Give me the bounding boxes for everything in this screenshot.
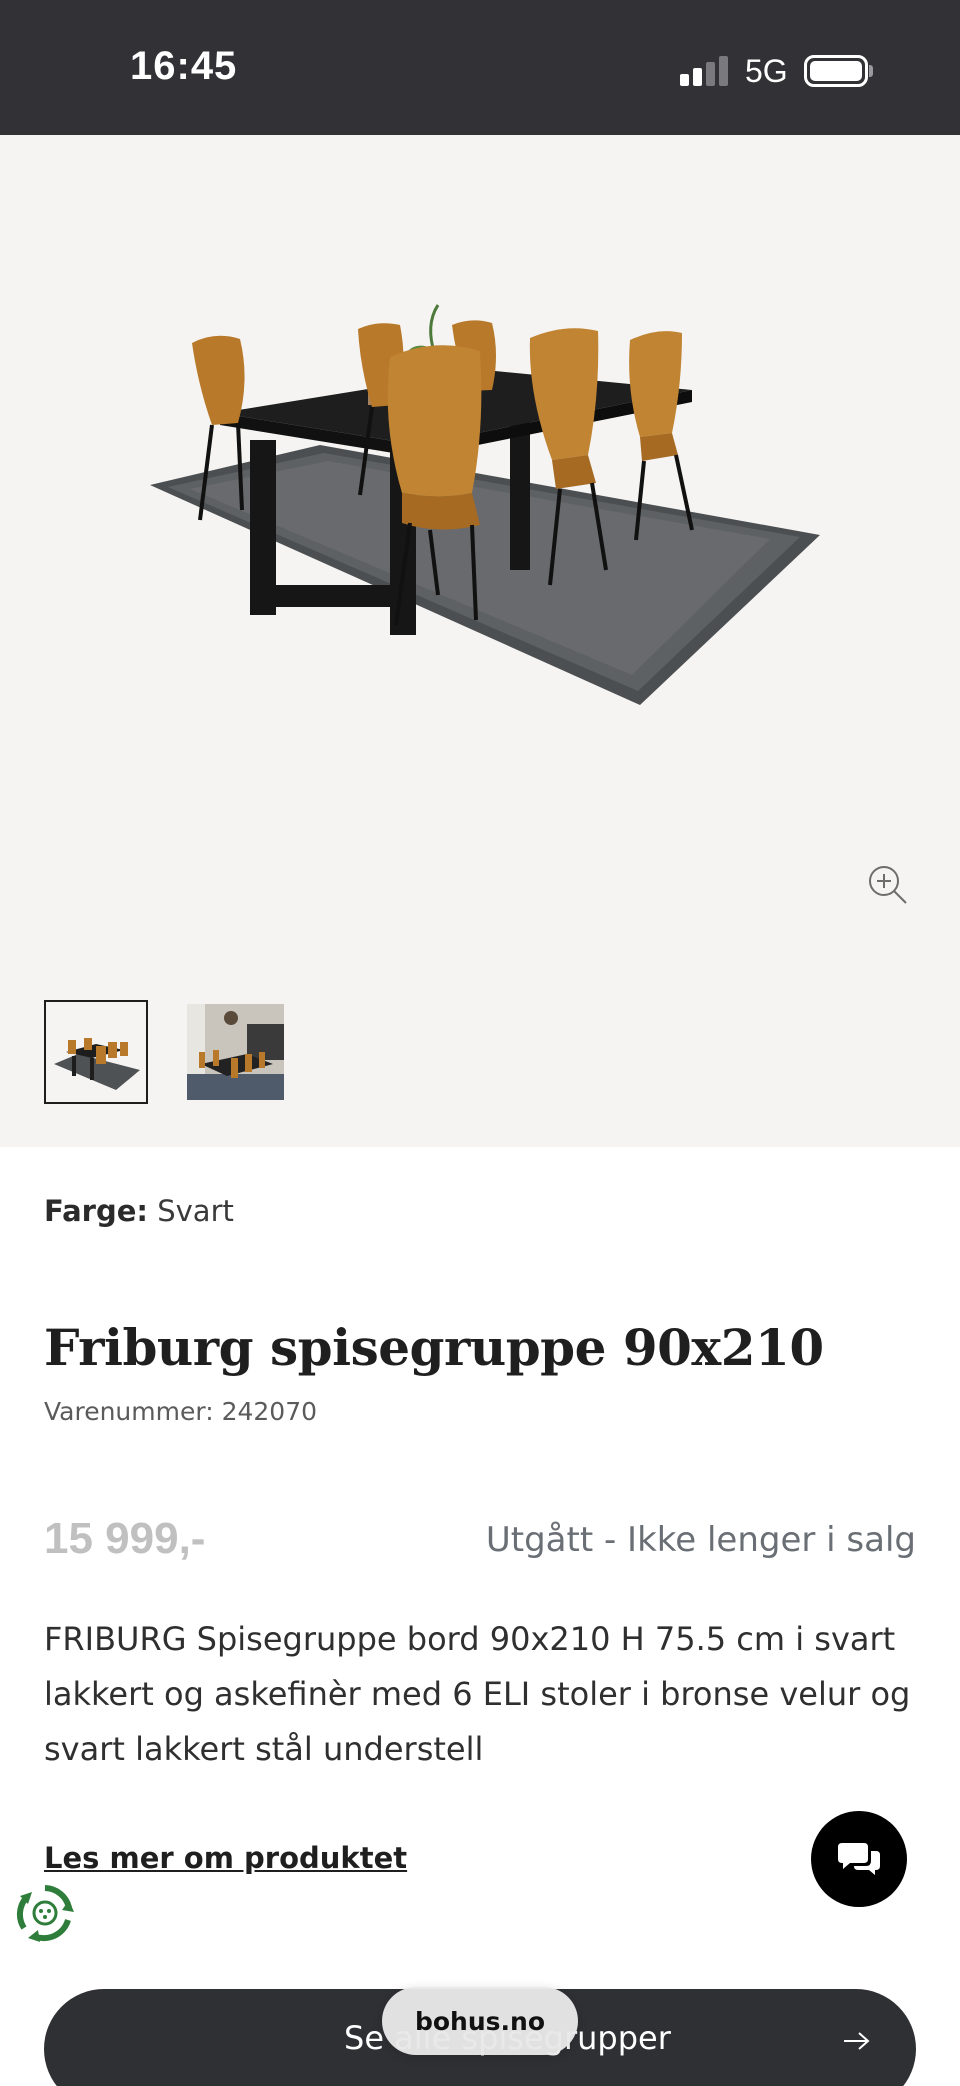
arrow-right-icon — [844, 2032, 870, 2050]
color-value: Svart — [157, 1194, 234, 1228]
product-main-image[interactable] — [120, 295, 840, 735]
url-text: bohus.no — [414, 2006, 546, 2036]
network-type: 5G — [745, 53, 788, 89]
product-sku: Varenummer: 242070 — [44, 1397, 318, 1426]
read-more-link[interactable]: Les mer om produktet — [44, 1841, 407, 1875]
color-label: Farge: — [44, 1194, 149, 1228]
thumbnail-dining-set-in-room[interactable] — [187, 1004, 284, 1100]
chat-bubbles-icon — [838, 1843, 880, 1875]
status-bar: 16:45 5G — [0, 0, 960, 135]
color-selection: Farge: Svart — [44, 1194, 234, 1228]
browser-url-pill[interactable]: bohus.no — [382, 1987, 578, 2055]
cellular-signal-icon — [680, 56, 730, 86]
product-description: FRIBURG Spisegruppe bord 90x210 H 75.5 c… — [44, 1620, 911, 1768]
thumbnail-dining-set-on-rug[interactable] — [44, 1000, 148, 1104]
availability-status: Utgått - Ikke lenger i salg — [485, 1520, 916, 1560]
product-price: 15 999,- — [44, 1514, 206, 1563]
battery-icon — [804, 55, 868, 87]
thumbnail-image — [187, 1004, 284, 1100]
thumbnail-image — [54, 1038, 140, 1090]
status-time: 16:45 — [130, 44, 238, 88]
product-title: Friburg spisegruppe 90x210 — [44, 1318, 824, 1377]
recycle-eco-icon — [16, 1885, 74, 1942]
product-gallery — [0, 135, 960, 1147]
chat-button[interactable] — [811, 1811, 907, 1907]
battery-cap — [869, 65, 873, 77]
zoom-in-icon[interactable] — [866, 863, 910, 907]
